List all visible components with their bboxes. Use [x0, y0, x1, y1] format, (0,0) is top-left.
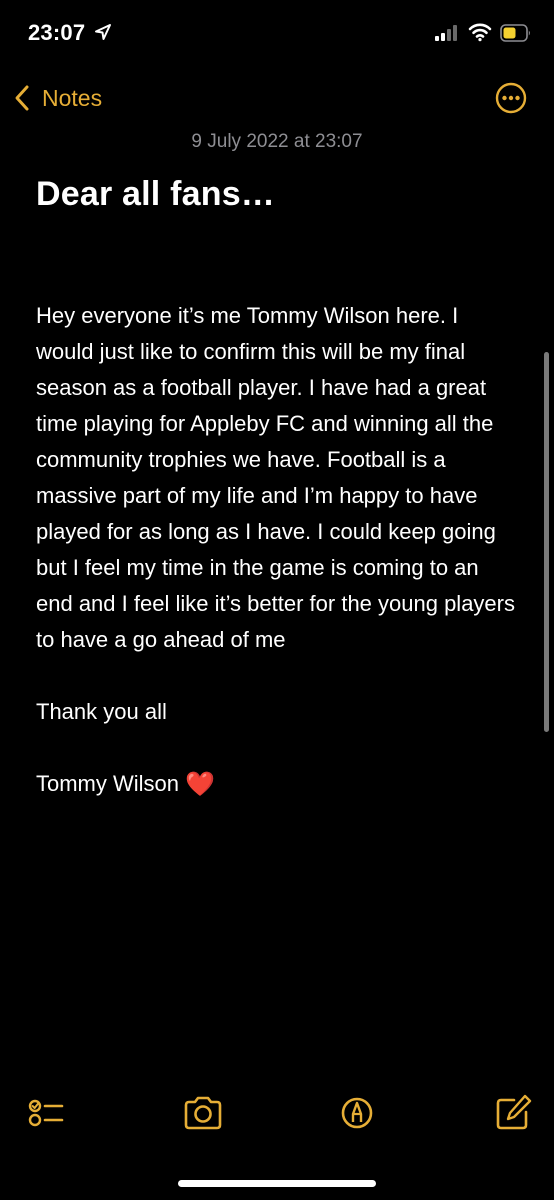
cellular-signal-icon — [435, 25, 457, 41]
note-paragraph: Hey everyone it’s me Tommy Wilson here. … — [36, 303, 515, 652]
scroll-indicator[interactable] — [544, 352, 549, 732]
camera-icon[interactable] — [180, 1090, 226, 1136]
location-arrow-icon — [95, 24, 111, 40]
back-label: Notes — [42, 84, 103, 111]
red-heart-emoji: ❤️ — [185, 771, 215, 798]
note-date: 9 July 2022 at 23:07 — [191, 131, 363, 152]
compose-icon[interactable] — [490, 1090, 536, 1136]
checklist-icon[interactable] — [24, 1090, 70, 1136]
navigation-bar: Notes — [0, 72, 554, 124]
home-indicator[interactable] — [178, 1180, 376, 1187]
ellipsis-circle-icon[interactable] — [495, 82, 527, 114]
wifi-icon — [468, 23, 492, 42]
pen-markup-icon[interactable] — [334, 1090, 380, 1136]
battery-icon — [500, 24, 530, 42]
note-paragraph: Thank you all — [36, 699, 167, 724]
note-signature: Tommy Wilson — [36, 771, 180, 796]
status-time: 23:07 — [28, 20, 86, 45]
note-signature-line: Tommy Wilson ❤️ — [36, 766, 520, 803]
note-title[interactable]: Dear all fans… — [36, 175, 275, 214]
back-to-notes-button[interactable]: Notes — [12, 80, 102, 116]
bottom-toolbar — [0, 1090, 554, 1146]
status-bar: 23:07 — [0, 0, 554, 70]
chevron-left-icon — [15, 85, 29, 111]
note-body[interactable]: Hey everyone it’s me Tommy Wilson here. … — [36, 298, 520, 803]
